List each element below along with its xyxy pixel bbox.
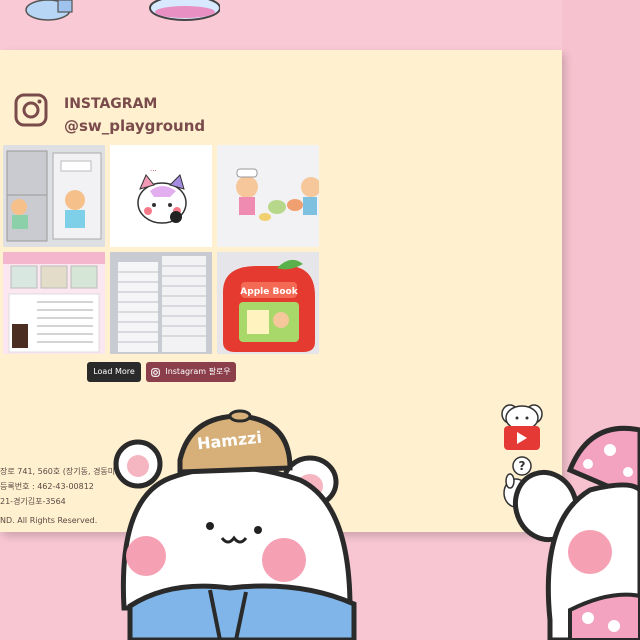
instagram-title: INSTAGRAM [64, 96, 158, 112]
instagram-post[interactable]: ... [110, 145, 212, 247]
instagram-post[interactable]: Apple Book [217, 252, 319, 354]
instagram-icon [151, 367, 161, 377]
instagram-icon [14, 93, 48, 127]
hamster-mascot: Hamzzi [113, 409, 357, 640]
follow-label: Instagram 팔로우 [165, 367, 231, 376]
load-more-button[interactable]: Load More [87, 362, 141, 382]
footer-business-reg: 등록번호 : 462-43-00812 [0, 482, 94, 491]
instagram-follow-button[interactable]: Instagram 팔로우 [146, 362, 236, 382]
post-image: Apple Book [217, 252, 319, 354]
apple-book-title: Apple Book [240, 287, 298, 297]
footer-copyright: ND. All Rights Reserved. [0, 516, 98, 525]
instagram-header: INSTAGRAM @sw_playground [14, 93, 205, 136]
instagram-handle[interactable]: @sw_playground [64, 116, 205, 136]
post-image [217, 145, 319, 247]
svg-text:...: ... [150, 165, 157, 173]
instagram-post[interactable] [3, 145, 105, 247]
post-image [3, 145, 105, 247]
instagram-post[interactable] [3, 252, 105, 354]
instagram-post[interactable] [217, 145, 319, 247]
instagram-feed: ... Apple Book [3, 145, 321, 354]
post-image: ... [110, 145, 212, 247]
top-character-feet [25, 0, 220, 21]
footer-mail-order: 21-경기김포-3564 [0, 497, 66, 506]
bunny-mascot [513, 425, 640, 640]
post-image [3, 252, 105, 354]
instagram-post[interactable] [110, 252, 212, 354]
post-image [110, 252, 212, 354]
